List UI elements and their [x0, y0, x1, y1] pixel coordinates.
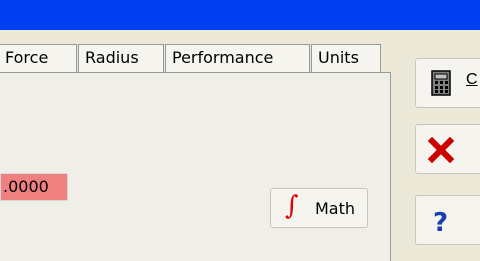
help-question-icon: ?: [433, 208, 448, 236]
tab-force[interactable]: Force: [0, 44, 77, 72]
title-bar: [0, 0, 480, 30]
svg-text:?: ?: [433, 208, 448, 236]
tab-radius[interactable]: Radius: [78, 44, 164, 72]
tab-panel: .0000 ∫ Math: [0, 72, 391, 261]
dialog-body: Force Radius Performance Units .0000 ∫ M…: [0, 30, 400, 261]
close-button[interactable]: [415, 124, 480, 174]
tab-units[interactable]: Units: [311, 44, 381, 72]
calculator-button-label: C: [466, 71, 478, 88]
math-button[interactable]: ∫ Math: [270, 188, 368, 228]
tab-strip: Force Radius Performance Units: [0, 44, 400, 72]
calculator-button[interactable]: C: [415, 58, 480, 108]
close-x-icon: [427, 136, 455, 164]
help-button[interactable]: ?: [415, 195, 480, 245]
integral-icon: ∫: [285, 191, 299, 221]
side-toolbar: C ?: [400, 30, 480, 261]
math-button-label: Math: [315, 199, 356, 218]
value-input[interactable]: .0000: [0, 173, 68, 201]
tab-performance[interactable]: Performance: [165, 44, 310, 72]
calculator-icon: [431, 70, 451, 96]
